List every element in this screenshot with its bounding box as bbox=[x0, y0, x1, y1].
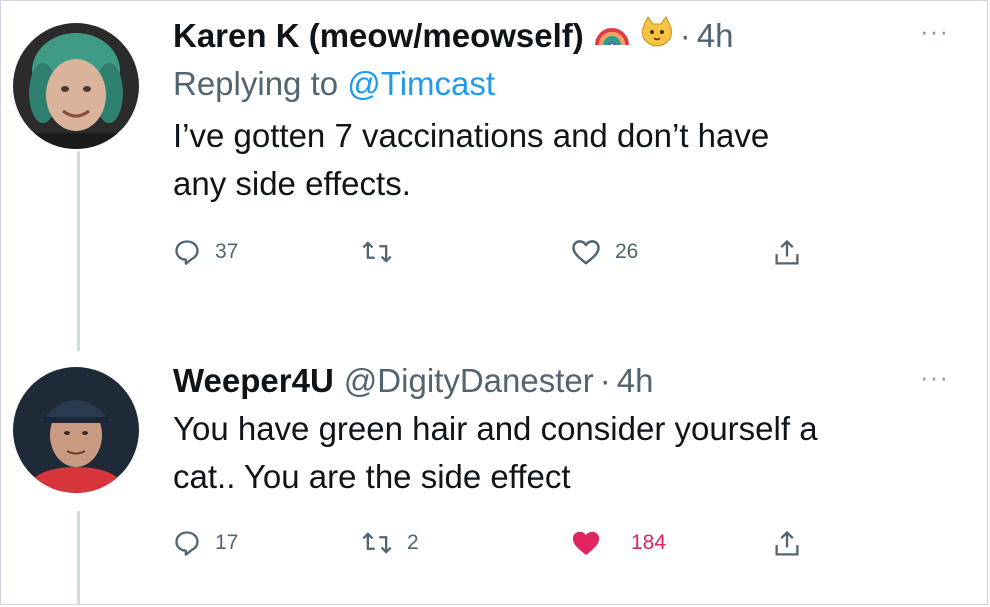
reply-button[interactable]: 17 bbox=[173, 529, 238, 557]
tweet-text-line: any side effects. bbox=[173, 165, 411, 202]
share-button[interactable] bbox=[773, 529, 801, 559]
replying-prefix: Replying to bbox=[173, 65, 339, 102]
like-button[interactable]: 184 bbox=[571, 529, 666, 557]
tweet-body: Weeper4U @DigityDanester · 4h ··· You ha… bbox=[173, 361, 957, 569]
more-options-icon[interactable]: ··· bbox=[920, 364, 949, 390]
tweet-text: I’ve gotten 7 vaccinations and don’t hav… bbox=[173, 112, 957, 208]
tweet-header: Weeper4U @DigityDanester · 4h bbox=[173, 361, 957, 401]
tweet-header: Karen K (meow/meowself) · 4h bbox=[173, 15, 957, 56]
separator-dot: · bbox=[599, 362, 611, 399]
user-handle[interactable]: @DigityDanester bbox=[344, 361, 594, 401]
retweet-button[interactable]: 2 bbox=[361, 529, 419, 557]
share-icon bbox=[775, 530, 799, 556]
avatar-image bbox=[13, 23, 139, 149]
replying-to: Replying to @Timcast bbox=[173, 62, 957, 106]
tweet-actions: 17 2 184 bbox=[173, 529, 957, 569]
timestamp[interactable]: 4h bbox=[697, 16, 734, 56]
tweet[interactable]: Weeper4U @DigityDanester · 4h ··· You ha… bbox=[1, 361, 987, 601]
avatar[interactable] bbox=[13, 23, 139, 149]
retweet-icon bbox=[362, 241, 392, 263]
more-options-icon[interactable]: ··· bbox=[920, 18, 949, 44]
retweet-icon bbox=[362, 532, 392, 554]
like-count: 26 bbox=[615, 240, 639, 263]
like-button[interactable]: 26 bbox=[571, 238, 638, 266]
cat-face-icon bbox=[640, 15, 674, 56]
tweet-text-line: I’ve gotten 7 vaccinations and don’t hav… bbox=[173, 117, 770, 154]
reply-count: 17 bbox=[215, 531, 239, 554]
tweet-thread: Karen K (meow/meowself) · 4h ··· Replyin… bbox=[0, 0, 988, 605]
heart-icon bbox=[572, 240, 600, 265]
tweet[interactable]: Karen K (meow/meowself) · 4h ··· Replyin… bbox=[1, 15, 987, 335]
separator-dot: · bbox=[679, 16, 691, 54]
avatar-image bbox=[13, 367, 139, 493]
share-button[interactable] bbox=[773, 238, 801, 268]
reply-button[interactable]: 37 bbox=[173, 238, 238, 266]
share-icon bbox=[775, 239, 799, 265]
timestamp[interactable]: 4h bbox=[617, 361, 654, 401]
avatar[interactable] bbox=[13, 367, 139, 493]
retweet-button[interactable] bbox=[361, 238, 407, 266]
reply-icon bbox=[175, 531, 199, 556]
display-name[interactable]: Weeper4U bbox=[173, 361, 334, 401]
like-count: 184 bbox=[631, 531, 667, 554]
replying-mention-link[interactable]: @Timcast bbox=[347, 65, 495, 102]
display-name[interactable]: Karen K (meow/meowself) bbox=[173, 16, 584, 56]
tweet-actions: 37 26 bbox=[173, 238, 957, 278]
tweet-text-line: You have green hair and consider yoursel… bbox=[173, 410, 818, 447]
tweet-body: Karen K (meow/meowself) · 4h ··· Replyin… bbox=[173, 15, 957, 278]
tweet-text-line: cat.. You are the side effect bbox=[173, 458, 571, 495]
retweet-count: 2 bbox=[407, 531, 419, 554]
reply-icon bbox=[175, 240, 199, 265]
rainbow-icon bbox=[594, 16, 630, 56]
reply-count: 37 bbox=[215, 240, 239, 263]
heart-filled-icon bbox=[572, 531, 600, 556]
tweet-text: You have green hair and consider yoursel… bbox=[173, 405, 957, 501]
